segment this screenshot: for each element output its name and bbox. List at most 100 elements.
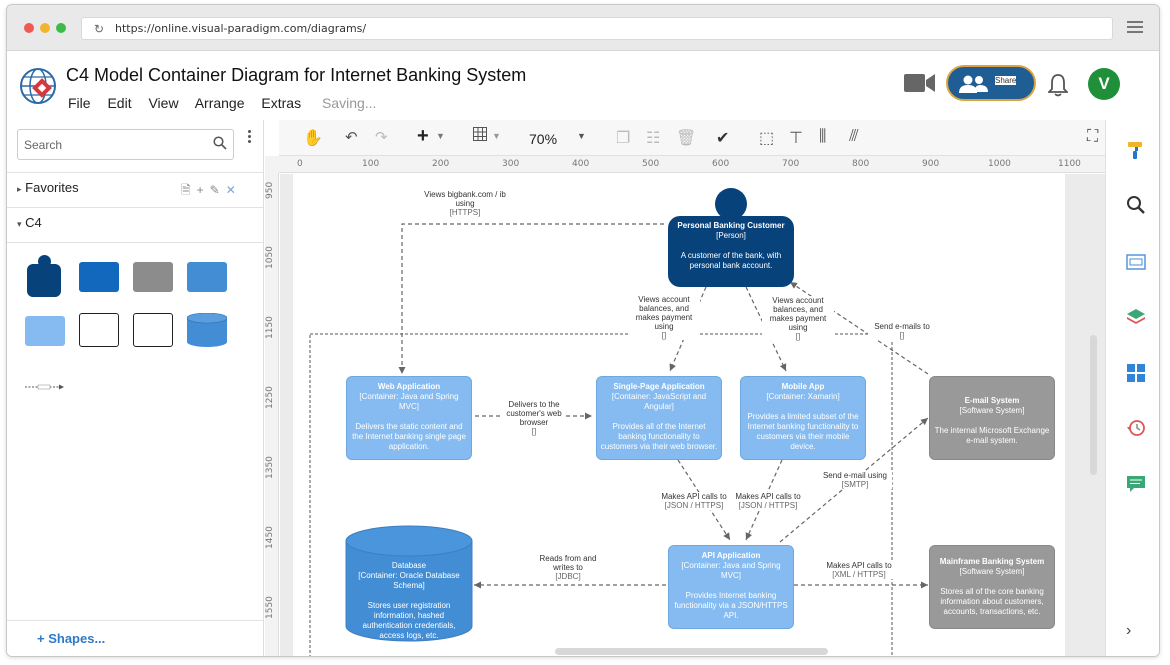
search-input[interactable]: Search bbox=[17, 129, 234, 160]
address-bar[interactable]: ↻ https://online.visual-paradigm.com/dia… bbox=[81, 17, 1113, 40]
shape-software-system[interactable] bbox=[79, 262, 119, 292]
node-type: [Software System] bbox=[959, 567, 1025, 576]
paste-icon[interactable]: ☷ bbox=[646, 128, 660, 148]
zoom-level[interactable]: 70% bbox=[529, 131, 557, 147]
share-button[interactable]: Share bbox=[946, 65, 1036, 101]
ruler-label: 1350 bbox=[265, 456, 275, 479]
shape-database[interactable] bbox=[186, 312, 228, 347]
menu-arrange[interactable]: Arrange bbox=[195, 95, 245, 111]
edge-label-tech: [] bbox=[531, 427, 537, 436]
video-call-icon[interactable] bbox=[904, 72, 936, 99]
edge-label[interactable]: Views account balances, and makes paymen… bbox=[762, 296, 834, 341]
minimize-window-dot[interactable] bbox=[40, 23, 50, 33]
undo-icon[interactable]: ↶ bbox=[345, 128, 358, 146]
node-personal-banking-customer[interactable]: Personal Banking Customer [Person] A cus… bbox=[668, 216, 794, 287]
copy-icon[interactable]: ❐ bbox=[616, 128, 630, 148]
insert-icon[interactable]: + bbox=[417, 125, 429, 148]
user-avatar[interactable]: V bbox=[1088, 68, 1120, 100]
shape-external-system[interactable] bbox=[133, 262, 173, 292]
node-single-page-application[interactable]: Single-Page Application [Container: Java… bbox=[596, 376, 722, 460]
favorites-section[interactable]: ▸ Favorites bbox=[17, 180, 79, 195]
format-paint-icon[interactable] bbox=[1126, 140, 1146, 160]
chevron-down-icon[interactable]: ▼ bbox=[436, 131, 445, 141]
copy-icon[interactable]: 🗎 bbox=[181, 183, 191, 197]
maximize-window-dot[interactable] bbox=[56, 23, 66, 33]
edge-label[interactable]: Makes API calls to [JSON / HTTPS] bbox=[732, 492, 804, 510]
chevron-right-icon[interactable]: › bbox=[1126, 622, 1146, 642]
align-top-icon[interactable]: ⊤ bbox=[789, 128, 803, 148]
select-area-icon[interactable]: ⬚ bbox=[759, 128, 774, 148]
more-shapes-link[interactable]: + Shapes... bbox=[37, 631, 105, 646]
search-placeholder: Search bbox=[24, 138, 63, 152]
node-title: Mainframe Banking System bbox=[939, 557, 1045, 566]
sidebar-more-icon[interactable] bbox=[248, 130, 252, 145]
edge-label[interactable]: Views account balances, and makes paymen… bbox=[628, 295, 700, 340]
edge-label-tech: [JSON / HTTPS] bbox=[738, 501, 798, 510]
vertical-ruler: 950 1050 1150 1250 1350 1450 1550 bbox=[265, 173, 279, 656]
table-icon[interactable] bbox=[473, 127, 487, 146]
chevron-down-icon[interactable]: ▼ bbox=[492, 131, 501, 141]
edge-customer-web[interactable] bbox=[398, 223, 664, 374]
app-logo[interactable] bbox=[18, 66, 58, 106]
editor-toolbar: ✋ ↶ ↷ + ▼ ▼ 70% ▼ ❐ ☷ 🗑 ✔ ⬚ ⊤ ⫼ ⫻ ⛶ bbox=[279, 120, 1105, 156]
menu-bar: File Edit View Arrange Extras Saving... bbox=[68, 95, 389, 111]
distribute-icon[interactable]: ⫻ bbox=[849, 128, 859, 146]
shape-boundary-alt[interactable] bbox=[133, 313, 173, 347]
vertical-scrollbar[interactable] bbox=[1090, 335, 1097, 475]
menu-view[interactable]: View bbox=[148, 95, 178, 111]
node-mobile-app[interactable]: Mobile App [Container: Xamarin] Provides… bbox=[740, 376, 866, 460]
edge-label[interactable]: Send e-mails to[] bbox=[868, 322, 936, 340]
edit-icon[interactable]: ✎ bbox=[210, 183, 220, 197]
node-mainframe-banking-system[interactable]: Mainframe Banking System [Software Syste… bbox=[929, 545, 1055, 629]
ruler-label: 100 bbox=[362, 159, 380, 169]
c4-section[interactable]: ▾ C4 bbox=[17, 215, 42, 230]
browser-window: ↻ https://online.visual-paradigm.com/dia… bbox=[6, 4, 1160, 657]
shape-component[interactable] bbox=[25, 316, 65, 346]
menu-extras[interactable]: Extras bbox=[261, 95, 301, 111]
shape-boundary[interactable] bbox=[79, 313, 119, 347]
edge-label[interactable]: Makes API calls to [XML / HTTPS] bbox=[821, 561, 897, 579]
layers-icon[interactable] bbox=[1126, 307, 1146, 327]
reload-icon[interactable]: ↻ bbox=[94, 22, 104, 36]
notification-bell-icon[interactable] bbox=[1046, 73, 1070, 102]
format-painter-icon[interactable]: ✔ bbox=[716, 128, 729, 148]
horizontal-ruler: 0 100 200 300 400 500 600 700 800 900 10… bbox=[279, 156, 1105, 173]
shape-person[interactable] bbox=[27, 255, 61, 297]
edge-label[interactable]: Makes API calls to [JSON / HTTPS] bbox=[658, 492, 730, 510]
redo-icon[interactable]: ↷ bbox=[375, 128, 388, 146]
pan-hand-icon[interactable]: ✋ bbox=[303, 128, 323, 148]
delete-icon[interactable]: 🗑 bbox=[676, 128, 696, 148]
add-icon[interactable]: + bbox=[197, 183, 204, 197]
align-center-icon[interactable]: ⫼ bbox=[819, 128, 826, 146]
node-email-system[interactable]: E-mail System [Software System] The inte… bbox=[929, 376, 1055, 460]
diagram-canvas[interactable]: Personal Banking Customer [Person] A cus… bbox=[280, 174, 1105, 656]
horizontal-scrollbar[interactable] bbox=[555, 648, 828, 655]
edge-label[interactable]: Reads from and writes to [JDBC] bbox=[532, 554, 604, 581]
node-web-application[interactable]: Web Application [Container: Java and Spr… bbox=[346, 376, 472, 460]
diagram-title[interactable]: C4 Model Container Diagram for Internet … bbox=[66, 65, 526, 86]
comment-icon[interactable] bbox=[1126, 474, 1146, 494]
close-window-dot[interactable] bbox=[24, 23, 34, 33]
close-icon[interactable]: ✕ bbox=[226, 183, 236, 197]
favorites-label: Favorites bbox=[25, 180, 79, 195]
node-title: Database bbox=[391, 561, 427, 570]
history-icon[interactable] bbox=[1126, 418, 1146, 438]
edge-label[interactable]: Views bigbank.com / ib using [HTTPS] bbox=[420, 190, 510, 217]
shape-relationship[interactable] bbox=[25, 378, 65, 390]
search-icon[interactable] bbox=[1126, 195, 1146, 215]
edge-label[interactable]: Delivers to the customer's web browser[] bbox=[502, 400, 566, 436]
browser-menu-icon[interactable] bbox=[1127, 21, 1143, 35]
zoom-chevron-icon[interactable]: ▼ bbox=[577, 131, 586, 141]
edge-label[interactable]: Send e-mail using [SMTP] bbox=[818, 471, 892, 489]
node-database[interactable]: Database [Container: Oracle Database Sch… bbox=[348, 561, 470, 645]
apps-grid-icon[interactable] bbox=[1126, 363, 1146, 383]
node-type: [Container: Java and Spring MVC] bbox=[681, 561, 781, 580]
shape-container[interactable] bbox=[187, 262, 227, 292]
edge-label-text: Delivers to the customer's web browser bbox=[506, 400, 562, 427]
search-icon[interactable] bbox=[213, 136, 227, 153]
fullscreen-icon[interactable]: ⛶ bbox=[1087, 128, 1098, 146]
menu-edit[interactable]: Edit bbox=[107, 95, 131, 111]
menu-file[interactable]: File bbox=[68, 95, 91, 111]
node-api-application[interactable]: API Application [Container: Java and Spr… bbox=[668, 545, 794, 629]
page-icon[interactable] bbox=[1126, 252, 1146, 272]
